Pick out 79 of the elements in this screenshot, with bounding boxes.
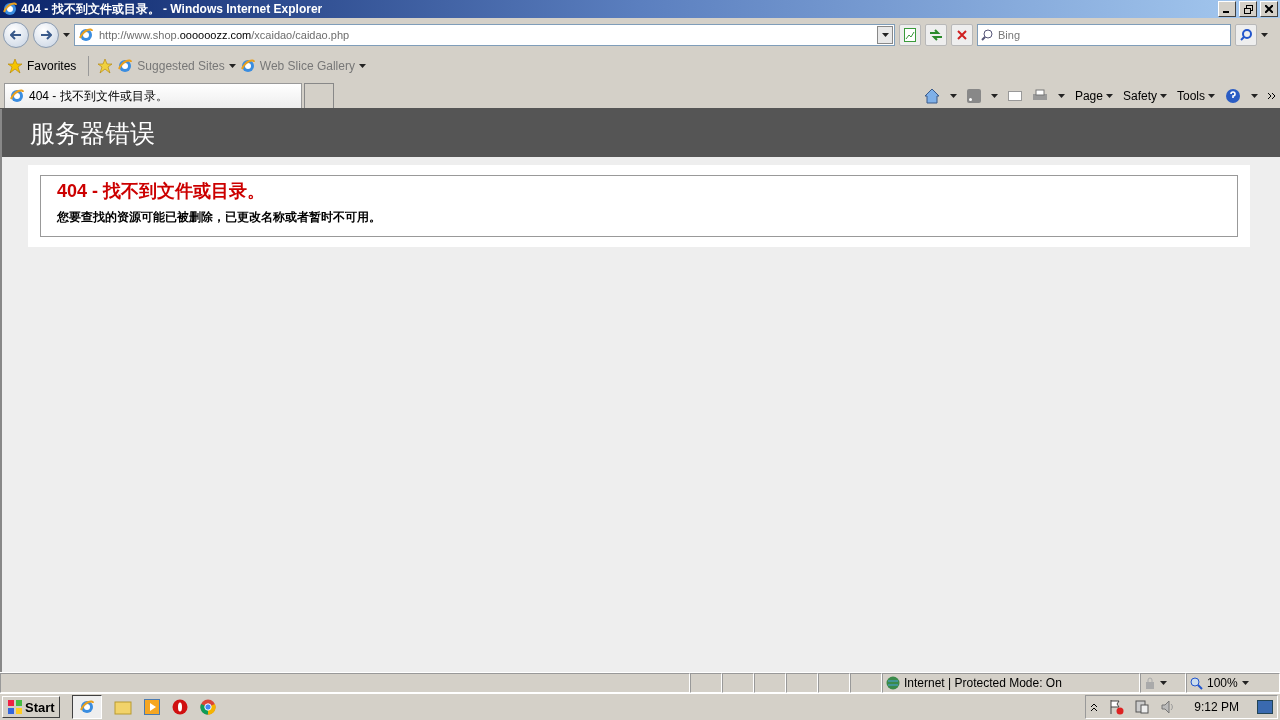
close-icon bbox=[1265, 5, 1273, 13]
caret-icon bbox=[881, 33, 889, 37]
page-icon bbox=[904, 28, 916, 42]
caret-icon bbox=[358, 64, 366, 68]
zoom-icon bbox=[1190, 676, 1203, 690]
address-field[interactable]: http://www.shop.oooooozz.com/xcaidao/caidao.php bbox=[74, 24, 895, 46]
caret-icon bbox=[990, 94, 998, 98]
windows-logo-icon bbox=[7, 699, 23, 715]
chevron-icon[interactable] bbox=[1268, 92, 1276, 100]
status-pane bbox=[850, 673, 882, 693]
restore-button[interactable] bbox=[1239, 1, 1257, 17]
stop-button[interactable] bbox=[951, 24, 973, 46]
printer-icon[interactable] bbox=[1031, 89, 1048, 103]
caret-icon bbox=[949, 94, 957, 98]
close-button[interactable] bbox=[1260, 1, 1278, 17]
search-field[interactable]: Bing bbox=[977, 24, 1231, 46]
zoom-button[interactable]: 100% bbox=[1186, 673, 1280, 693]
globe-icon bbox=[886, 676, 900, 690]
command-menu[interactable]: Page bbox=[1074, 89, 1113, 103]
flag-icon[interactable] bbox=[1108, 699, 1125, 715]
ie-icon bbox=[9, 88, 25, 104]
ie-icon bbox=[2, 1, 18, 17]
network-icon[interactable] bbox=[1134, 699, 1151, 715]
close-icon bbox=[957, 30, 967, 40]
mail-icon[interactable] bbox=[1007, 91, 1022, 101]
media-player-icon[interactable] bbox=[143, 699, 160, 715]
ie-icon bbox=[117, 58, 134, 74]
error-message: 您要查找的资源可能已被删除，已更改名称或者暂时不可用。 bbox=[57, 209, 382, 226]
caret-icon bbox=[1251, 94, 1258, 98]
search-icon bbox=[1240, 29, 1252, 41]
caret-icon bbox=[63, 33, 70, 37]
caret-icon bbox=[1105, 94, 1113, 98]
dropdown-button[interactable] bbox=[877, 26, 893, 44]
caret-icon bbox=[1208, 94, 1215, 98]
favorites-button[interactable]: Favorites bbox=[3, 58, 81, 74]
caret-icon bbox=[1160, 94, 1167, 98]
start-button[interactable]: Start bbox=[2, 696, 60, 718]
clock: 9:12 PM bbox=[1194, 700, 1239, 714]
ie-icon bbox=[78, 27, 94, 43]
ie-icon bbox=[239, 58, 256, 74]
zone-status: Internet | Protected Mode: On bbox=[882, 673, 1140, 693]
opera-icon[interactable] bbox=[171, 699, 188, 715]
caret-icon bbox=[1160, 681, 1167, 685]
caret-icon bbox=[228, 64, 236, 68]
back-button[interactable] bbox=[3, 22, 29, 48]
taskbar-item[interactable] bbox=[71, 695, 102, 719]
search-button[interactable] bbox=[1235, 24, 1257, 46]
caret-icon bbox=[1057, 94, 1065, 98]
browser-tab[interactable]: 404 - 找不到文件或目录。 bbox=[4, 83, 302, 108]
minimize-button[interactable] bbox=[1218, 1, 1236, 17]
security-button[interactable] bbox=[1140, 673, 1186, 693]
error-title: 404 - 找不到文件或目录。 bbox=[57, 180, 267, 203]
status-pane bbox=[786, 673, 818, 693]
command-menu[interactable]: Safety bbox=[1122, 89, 1167, 103]
refresh-icon bbox=[929, 29, 943, 41]
status-pane bbox=[754, 673, 786, 693]
forward-arrow-icon bbox=[40, 30, 52, 40]
status-pane bbox=[722, 673, 754, 693]
ie-icon bbox=[78, 699, 95, 715]
forward-button[interactable] bbox=[33, 22, 59, 48]
page-heading: 服务器错误 bbox=[30, 117, 155, 150]
refresh-button[interactable] bbox=[925, 24, 947, 46]
chrome-icon[interactable] bbox=[199, 699, 216, 715]
search-icon bbox=[981, 29, 993, 41]
feed-icon[interactable] bbox=[966, 89, 981, 103]
back-arrow-icon bbox=[10, 30, 22, 40]
window-title: 404 - 找不到文件或目录。 - Windows Internet Explorer bbox=[21, 0, 324, 18]
help-icon[interactable] bbox=[1225, 88, 1241, 104]
caret-icon bbox=[1261, 33, 1268, 37]
restore-icon bbox=[1243, 4, 1253, 14]
caret-icon bbox=[1241, 681, 1249, 685]
status-pane bbox=[818, 673, 850, 693]
star-icon bbox=[97, 58, 114, 74]
star-icon bbox=[7, 58, 23, 74]
chevron-up-icon[interactable] bbox=[1090, 702, 1099, 712]
compatibility-button[interactable] bbox=[899, 24, 921, 46]
home-icon[interactable] bbox=[923, 88, 940, 104]
lock-icon bbox=[1144, 677, 1156, 689]
command-menu[interactable]: Tools bbox=[1177, 89, 1215, 103]
